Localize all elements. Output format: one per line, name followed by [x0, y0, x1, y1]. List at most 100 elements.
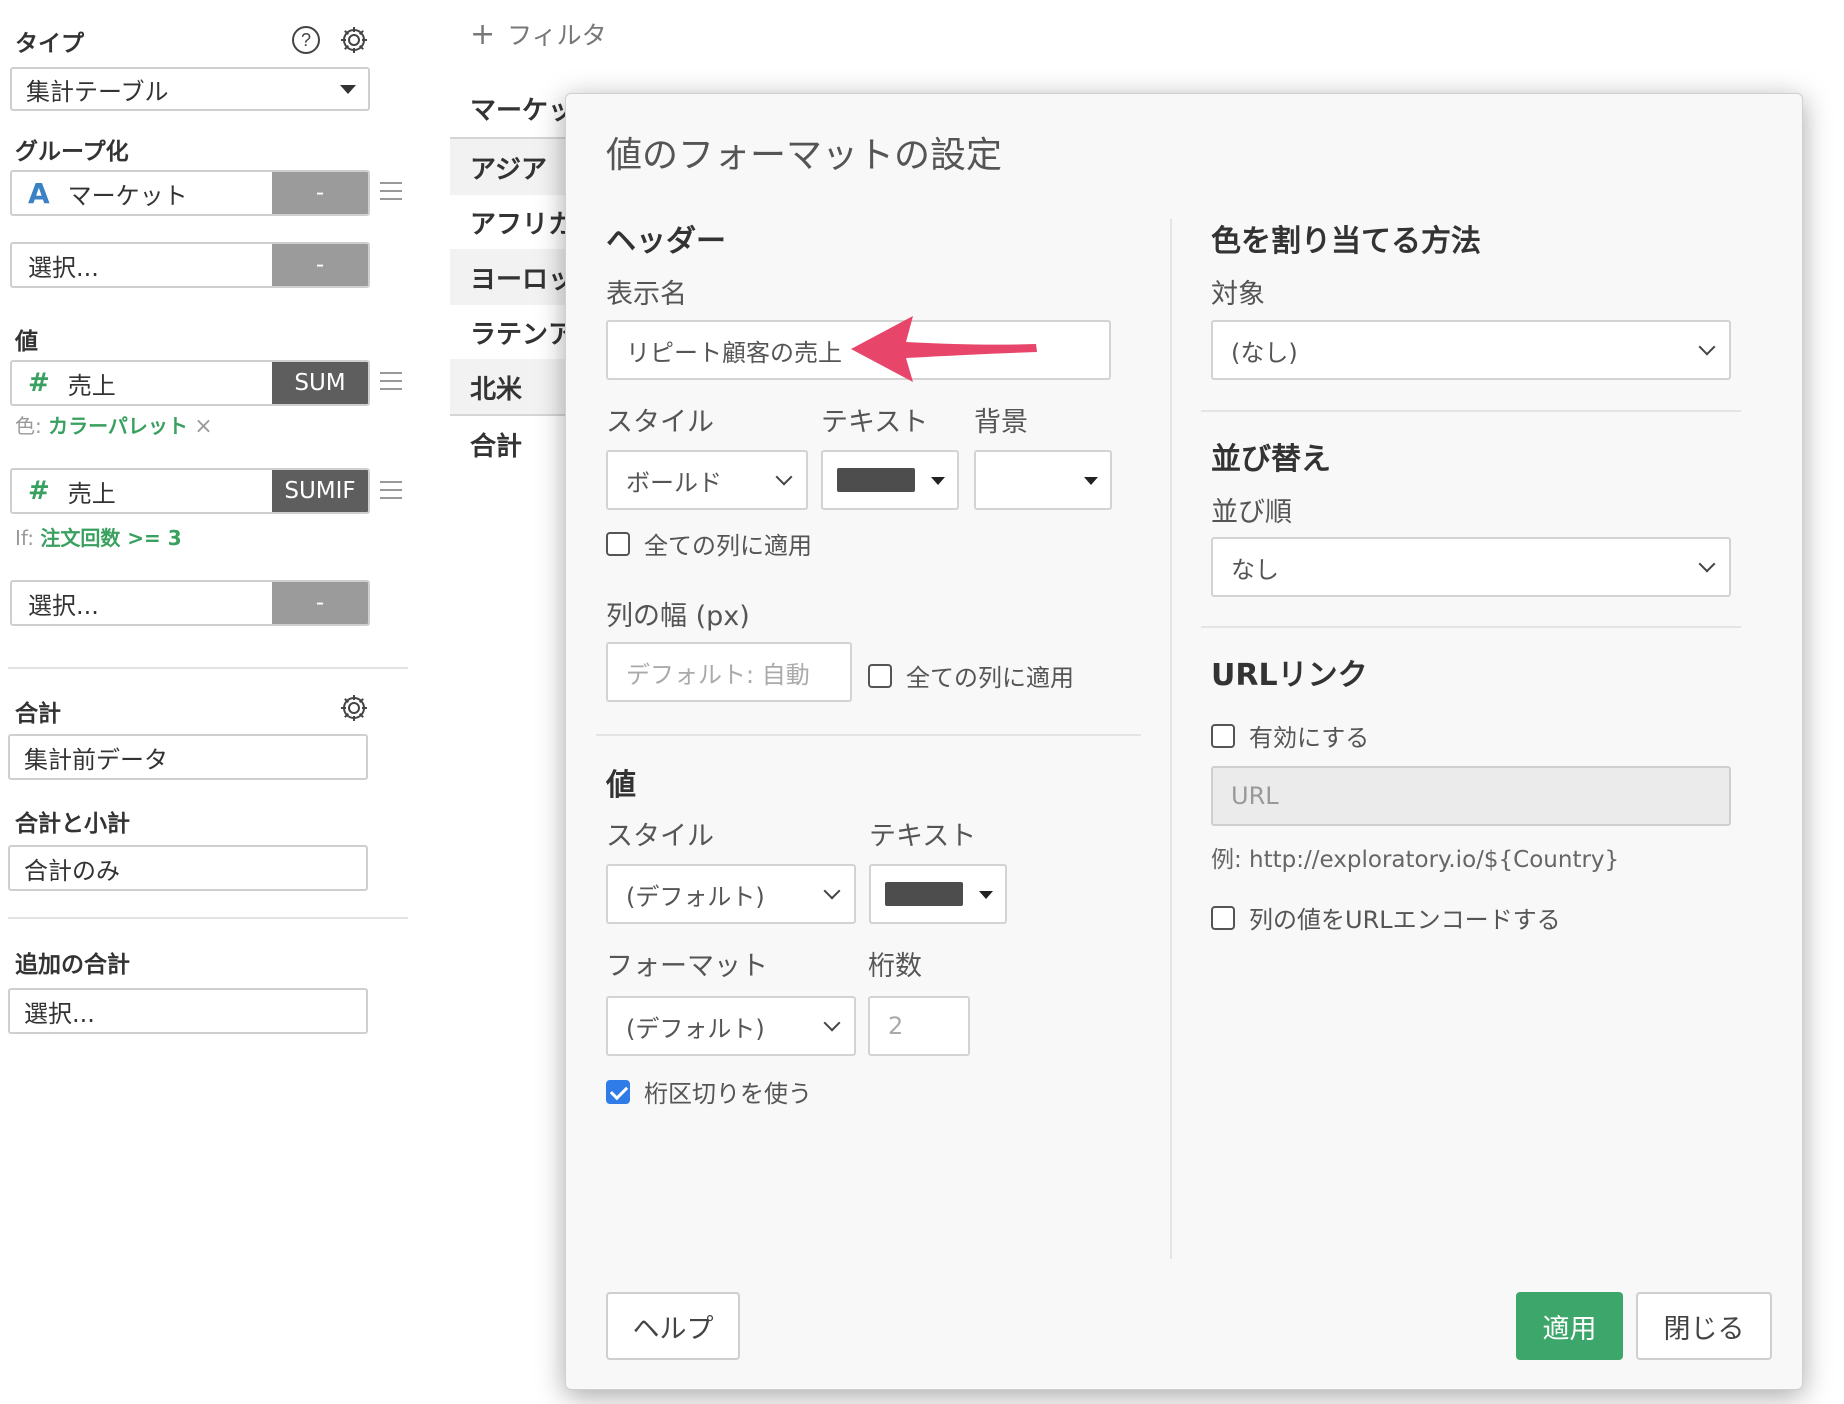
aggregate-sumif-button[interactable]: SUMIF: [272, 470, 368, 512]
target-label: 対象: [1211, 279, 1265, 310]
subtotal-label: 合計と小計: [15, 811, 130, 837]
checkbox-checked[interactable]: [606, 1079, 630, 1104]
caret-down-icon: [931, 477, 945, 485]
value-select-row[interactable]: 選択... -: [10, 580, 370, 626]
remove-color-icon[interactable]: ×: [194, 414, 212, 439]
color-palette-link[interactable]: カラーパレット: [48, 414, 188, 438]
section-separator: [1201, 626, 1741, 628]
checkbox[interactable]: [868, 663, 892, 688]
group-label: グループ化: [15, 139, 129, 165]
color-swatch: [885, 882, 963, 906]
help-icon[interactable]: ?: [290, 24, 322, 56]
value-field-row-1[interactable]: # 売上 SUM: [10, 360, 370, 406]
column-width-label: 列の幅 (px): [606, 601, 750, 632]
value-style-label: スタイル: [606, 821, 714, 852]
extra-total-select-value: 選択...: [24, 999, 95, 1028]
format-label: フォーマット: [606, 951, 768, 982]
aggregate-sum-button[interactable]: SUM: [272, 362, 368, 404]
url-input[interactable]: URL: [1211, 766, 1731, 826]
header-style-select[interactable]: ボールド: [606, 450, 808, 510]
digits-input[interactable]: 2: [868, 996, 970, 1056]
gear-icon[interactable]: [338, 24, 370, 56]
color-note-prefix: 色:: [15, 414, 42, 438]
subtotal-select-value: 合計のみ: [24, 856, 120, 885]
group-field-row[interactable]: A マーケット -: [10, 170, 370, 216]
gear-icon[interactable]: [338, 692, 370, 724]
color-target-value: (なし): [1231, 338, 1298, 367]
group-aggregate-button[interactable]: -: [272, 172, 368, 214]
type-select-value: 集計テーブル: [26, 77, 169, 106]
if-condition-link[interactable]: 注文回数 >= 3: [40, 526, 181, 550]
divider: [8, 667, 408, 669]
header-section-title: ヘッダー: [606, 224, 726, 259]
value-select-name[interactable]: 選択...: [12, 582, 274, 624]
header-text-color-picker[interactable]: [821, 450, 959, 510]
value-style-value: (デフォルト): [626, 882, 765, 911]
drag-handle-icon[interactable]: [380, 481, 402, 499]
checkbox[interactable]: [1211, 723, 1235, 748]
format-select[interactable]: (デフォルト): [606, 996, 856, 1056]
column-width-input[interactable]: デフォルト: 自動: [606, 642, 852, 702]
drag-handle-icon[interactable]: [380, 182, 402, 200]
extra-total-label: 追加の合計: [15, 952, 130, 978]
numeric-type-icon: #: [28, 476, 50, 506]
apply-all-columns-checkbox[interactable]: 全ての列に適用: [606, 526, 812, 561]
enable-url-label: 有効にする: [1249, 724, 1370, 752]
enable-url-checkbox[interactable]: 有効にする: [1211, 718, 1369, 753]
value-style-select[interactable]: (デフォルト): [606, 864, 856, 924]
group-select-row[interactable]: 選択... -: [10, 242, 370, 288]
value-section-title: 値: [606, 768, 636, 803]
url-encode-checkbox[interactable]: 列の値をURLエンコードする: [1211, 900, 1561, 935]
text-type-icon: A: [28, 176, 50, 210]
checkbox[interactable]: [606, 531, 630, 556]
value-field-label-2: 売上: [67, 479, 116, 508]
help-button[interactable]: ヘルプ: [606, 1292, 740, 1360]
format-value: (デフォルト): [626, 1014, 765, 1043]
value-select-button[interactable]: -: [272, 582, 368, 624]
value-field-row-2[interactable]: # 売上 SUMIF: [10, 468, 370, 514]
drag-handle-icon[interactable]: [380, 372, 402, 390]
svg-text:?: ?: [301, 30, 311, 50]
color-assign-section-title: 色を割り当てる方法: [1211, 224, 1481, 259]
type-label: タイプ: [15, 31, 84, 57]
apply-all-columns-width-checkbox[interactable]: 全ての列に適用: [868, 658, 1074, 693]
chevron-down-icon: [1698, 338, 1716, 356]
subtotal-select[interactable]: 合計のみ: [8, 845, 368, 891]
sort-order-label: 並び順: [1211, 497, 1292, 528]
header-text-color-label: テキスト: [821, 407, 929, 438]
plus-icon: +: [470, 17, 496, 52]
type-select[interactable]: 集計テーブル: [10, 67, 370, 111]
url-encode-label: 列の値をURLエンコードする: [1249, 906, 1561, 934]
header-bg-color-picker[interactable]: [974, 450, 1112, 510]
section-separator: [1201, 410, 1741, 412]
group-field-label: マーケット: [67, 181, 188, 210]
add-filter-button[interactable]: + フィルタ: [470, 16, 607, 52]
thousands-separator-checkbox[interactable]: 桁区切りを使う: [606, 1074, 812, 1109]
format-settings-dialog: 値のフォーマットの設定 ヘッダー 表示名 リピート顧客の売上 スタイル テキスト…: [565, 93, 1803, 1390]
filter-label: フィルタ: [507, 21, 607, 50]
apply-button[interactable]: 適用: [1516, 1292, 1623, 1360]
group-select-button[interactable]: -: [272, 244, 368, 286]
value-field-label-1: 売上: [67, 371, 116, 400]
color-note: 色: カラーパレット ×: [15, 410, 213, 439]
value-field-name-2[interactable]: # 売上: [12, 470, 274, 512]
close-button[interactable]: 閉じる: [1636, 1292, 1772, 1360]
sort-section-title: 並び替え: [1211, 442, 1331, 477]
group-field-name[interactable]: A マーケット: [12, 172, 274, 214]
column-width-placeholder: デフォルト: 自動: [626, 660, 810, 689]
header-style-value: ボールド: [626, 468, 722, 497]
color-swatch: [837, 468, 915, 492]
extra-total-select[interactable]: 選択...: [8, 988, 368, 1034]
total-select[interactable]: 集計前データ: [8, 734, 368, 780]
group-select-name[interactable]: 選択...: [12, 244, 274, 286]
color-target-select[interactable]: (なし): [1211, 320, 1731, 380]
value-text-color-picker[interactable]: [869, 864, 1007, 924]
sort-order-select[interactable]: なし: [1211, 537, 1731, 597]
value-field-name-1[interactable]: # 売上: [12, 362, 274, 404]
url-link-section-title: URLリンク: [1211, 658, 1368, 693]
caret-down-icon: [979, 891, 993, 899]
display-name-value: リピート顧客の売上: [626, 338, 842, 367]
numeric-type-icon: #: [28, 368, 50, 398]
checkbox[interactable]: [1211, 905, 1235, 930]
chevron-down-icon: [823, 882, 841, 900]
